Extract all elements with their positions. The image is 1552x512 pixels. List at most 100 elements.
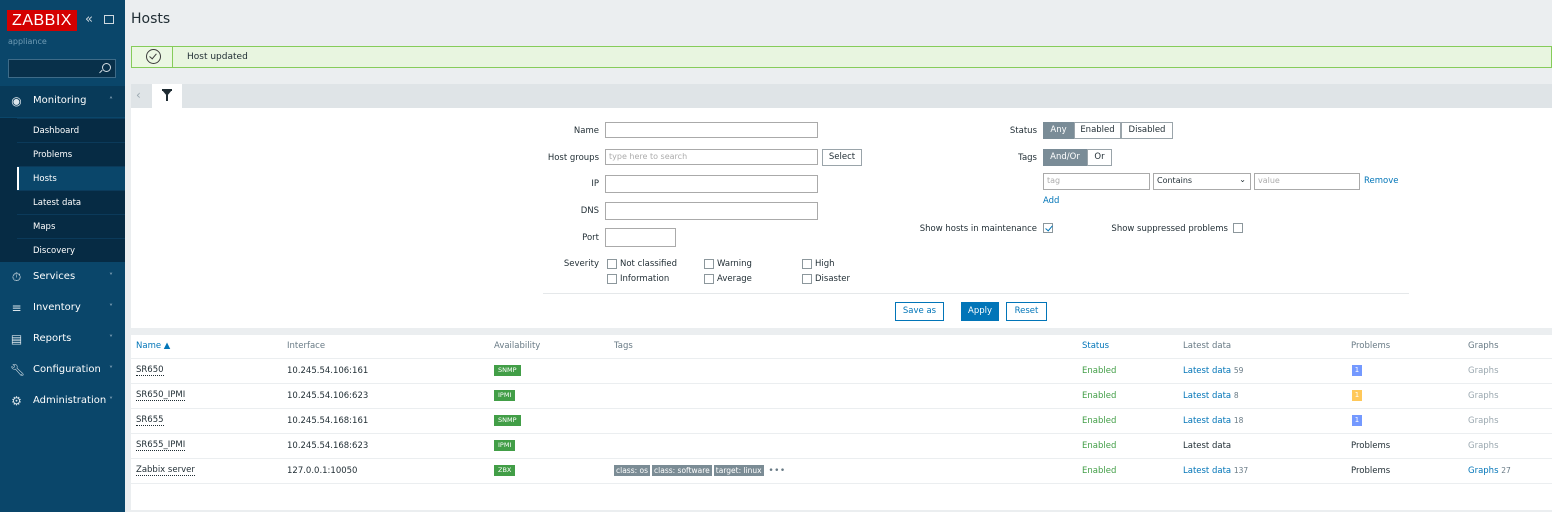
column-header-availability: Availability (494, 341, 541, 351)
latest-data-link[interactable]: Latest data (1183, 416, 1231, 426)
host-status-link[interactable]: Enabled (1082, 416, 1116, 426)
latest-data-link[interactable]: Latest data (1183, 441, 1231, 451)
ip-input[interactable] (605, 175, 818, 193)
nav-reports[interactable]: ▤ Reports ˅ (0, 324, 125, 355)
host-name-link[interactable]: SR650_IPMI (136, 391, 186, 401)
column-header-status[interactable]: Status (1082, 341, 1109, 351)
tag-value-input[interactable]: value (1254, 173, 1360, 190)
host-groups-input[interactable]: type here to search (605, 149, 818, 165)
host-name-link[interactable]: SR655 (136, 416, 164, 426)
tag-badge[interactable]: class: os (614, 465, 651, 476)
host-name-link[interactable]: Zabbix server (136, 466, 195, 476)
remove-tag-link[interactable]: Remove (1364, 176, 1399, 186)
nav-administration[interactable]: ⚙ Administration ˅ (0, 386, 125, 417)
page-title: Hosts (131, 11, 171, 27)
collapse-sidebar-icon[interactable]: « (85, 13, 93, 27)
latest-data-link[interactable]: Latest data (1183, 391, 1231, 401)
latest-data-link[interactable]: Latest data (1183, 366, 1231, 376)
nav-configuration[interactable]: 🔧︎ Configuration ˅ (0, 355, 125, 386)
filter-panel: Name Host groups type here to search Sel… (131, 108, 1552, 328)
nav-services-label: Services (33, 271, 76, 282)
host-status-link[interactable]: Enabled (1082, 441, 1116, 451)
zabbix-logo[interactable]: ZABBIX (7, 10, 77, 31)
problems-link[interactable]: Problems (1351, 466, 1390, 476)
add-tag-link[interactable]: Add (1043, 196, 1059, 206)
problem-count-badge[interactable]: 1 (1352, 415, 1362, 426)
tag-name-input[interactable]: tag (1043, 173, 1150, 190)
tags-label: Tags (1018, 153, 1037, 163)
severity-disaster-checkbox[interactable] (802, 274, 812, 284)
main-content: Hosts Host updated ‹ Name Host groups ty… (125, 0, 1552, 512)
show-maintenance-checkbox[interactable] (1043, 223, 1053, 233)
tab-filter[interactable] (152, 84, 182, 109)
save-as-button[interactable]: Save as (895, 302, 944, 321)
chart-icon: ▤ (10, 332, 23, 346)
sidebar-item-problems[interactable]: Problems (17, 142, 125, 167)
host-status-link[interactable]: Enabled (1082, 466, 1116, 476)
chevron-down-icon: ˅ (109, 272, 113, 281)
tags-or-option[interactable]: Or (1087, 149, 1112, 166)
search-icon[interactable] (102, 63, 111, 72)
tags-and-or-option[interactable]: And/Or (1043, 149, 1087, 166)
host-status-link[interactable]: Enabled (1082, 366, 1116, 376)
dns-label: DNS (580, 206, 599, 216)
status-any-option[interactable]: Any (1043, 122, 1074, 139)
graphs-count: 27 (1501, 466, 1511, 475)
sidebar-item-discovery[interactable]: Discovery (17, 238, 125, 263)
status-disabled-option[interactable]: Disabled (1121, 122, 1173, 139)
chevron-left-icon[interactable]: ‹ (136, 88, 141, 102)
severity-average-checkbox[interactable] (704, 274, 714, 284)
show-suppressed-checkbox[interactable] (1233, 223, 1243, 233)
table-row: SR655_IPMI 10.245.54.168:623 IPMI Enable… (131, 433, 1552, 459)
sidebar-item-latest-data[interactable]: Latest data (17, 190, 125, 215)
sidebar-item-label: Problems (33, 150, 73, 160)
reset-button[interactable]: Reset (1006, 302, 1047, 321)
severity-not-classified-checkbox[interactable] (607, 259, 617, 269)
host-name-link[interactable]: SR655_IPMI (136, 441, 186, 451)
host-interface: 10.245.54.168:161 (287, 416, 369, 426)
host-name-link[interactable]: SR650 (136, 366, 164, 376)
show-suppressed-label: Show suppressed problems (1111, 224, 1228, 234)
severity-warning-checkbox[interactable] (704, 259, 714, 269)
sidebar-search-input[interactable] (8, 59, 116, 78)
eye-icon: ◉ (11, 94, 22, 108)
host-tags: class: os class: software target: linux ••… (614, 465, 786, 476)
port-input[interactable] (605, 228, 676, 247)
select-host-groups-button[interactable]: Select (822, 149, 862, 166)
host-interface: 10.245.54.168:623 (287, 441, 369, 451)
latest-data-count: 8 (1233, 391, 1239, 400)
host-status-link[interactable]: Enabled (1082, 391, 1116, 401)
tag-operator-select[interactable]: Contains ⌄ (1153, 173, 1251, 190)
name-input[interactable] (605, 122, 818, 138)
kiosk-mode-icon[interactable] (104, 15, 114, 24)
graphs-link[interactable]: Graphs (1468, 466, 1499, 476)
status-enabled-option[interactable]: Enabled (1074, 122, 1121, 139)
nav-inventory[interactable]: ≡ Inventory ˅ (0, 293, 125, 324)
nav-inventory-label: Inventory (33, 302, 81, 313)
dns-input[interactable] (605, 202, 818, 220)
sidebar-item-hosts[interactable]: Hosts (17, 166, 125, 191)
problems-link[interactable]: Problems (1351, 441, 1390, 451)
nav-services[interactable]: ⏱ Services ˅ (0, 262, 125, 293)
chevron-down-icon: ⌄ (1239, 175, 1246, 184)
problem-count-badge[interactable]: 1 (1352, 390, 1362, 401)
latest-data-count: 137 (1233, 466, 1249, 475)
severity-high-checkbox[interactable] (802, 259, 812, 269)
severity-information-checkbox[interactable] (607, 274, 617, 284)
column-header-name[interactable]: Name ▲ (136, 341, 170, 351)
column-header-latest-data: Latest data (1183, 341, 1232, 351)
latest-data-link[interactable]: Latest data (1183, 466, 1231, 476)
more-tags-icon[interactable]: ••• (768, 466, 785, 476)
success-message: Host updated (131, 46, 1552, 68)
latest-data-count: 18 (1233, 416, 1244, 425)
tag-badge[interactable]: class: software (652, 465, 712, 476)
nav-monitoring[interactable]: ◉ Monitoring ˄ (0, 86, 125, 117)
chevron-down-icon: ˅ (109, 303, 113, 312)
message-text: Host updated (187, 52, 248, 62)
apply-button[interactable]: Apply (961, 302, 999, 321)
sidebar-item-maps[interactable]: Maps (17, 214, 125, 239)
sidebar-item-dashboard[interactable]: Dashboard (17, 118, 125, 143)
availability-badge: SNMP (494, 365, 521, 376)
problem-count-badge[interactable]: 1 (1352, 365, 1362, 376)
tag-badge[interactable]: target: linux (713, 465, 764, 476)
